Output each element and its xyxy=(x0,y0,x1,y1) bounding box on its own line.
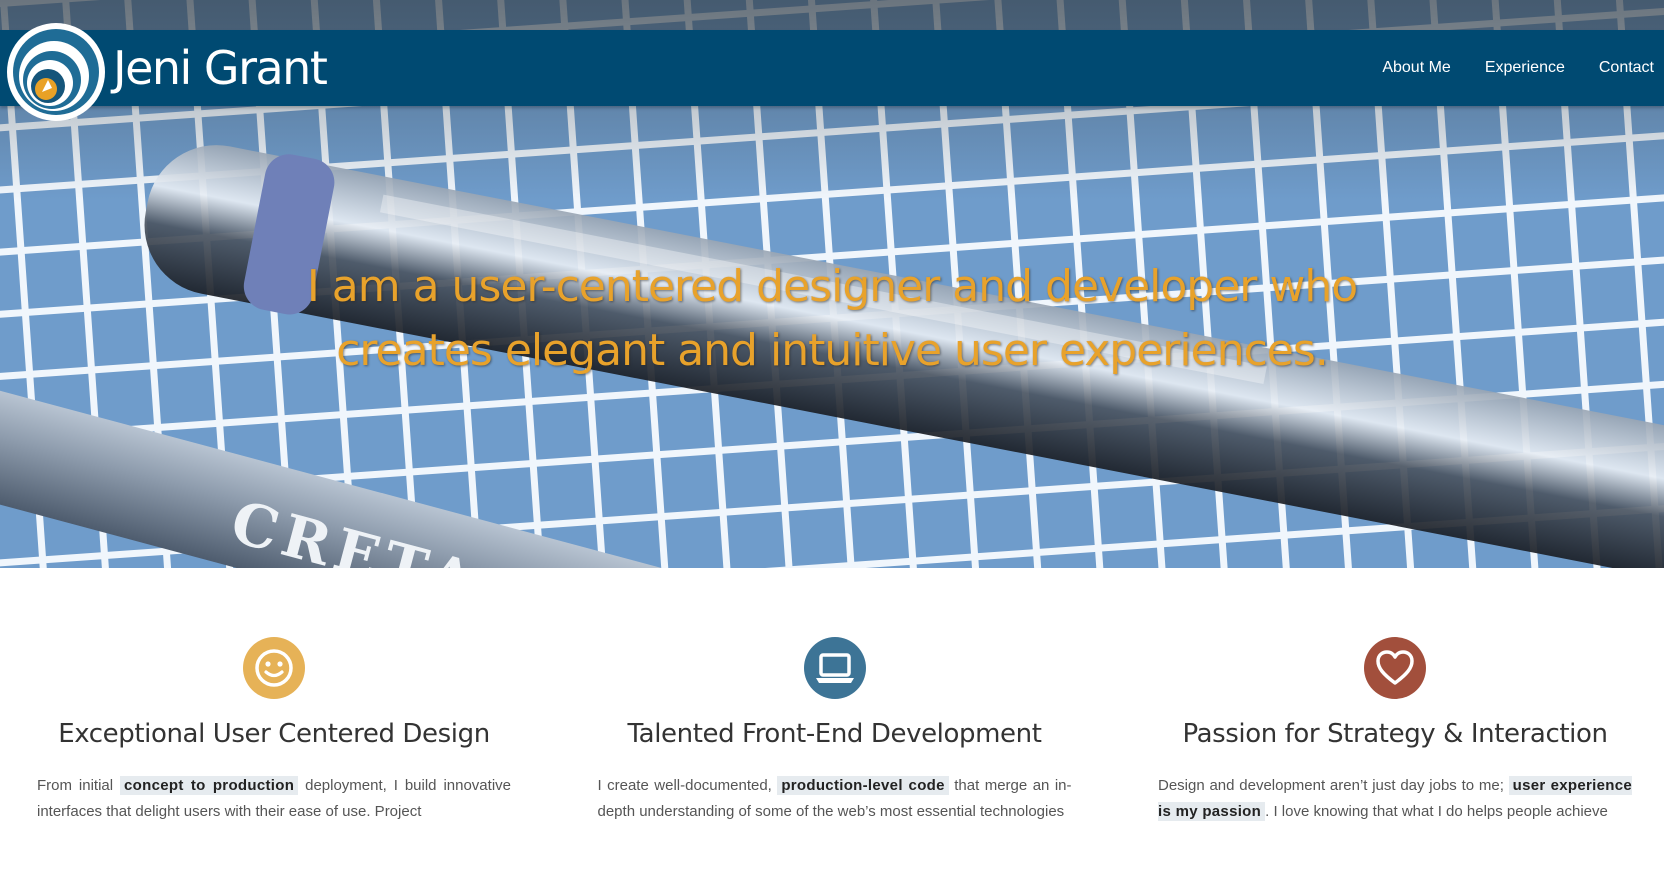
feature-title-development: Talented Front-End Development xyxy=(627,719,1042,749)
feature-text-design: From initial concept to production deplo… xyxy=(37,773,511,825)
spiral-logo-icon[interactable] xyxy=(6,22,106,122)
feature-text-design-before: From initial xyxy=(37,777,121,794)
feature-strategy: Passion for Strategy & Interaction Desig… xyxy=(1158,570,1632,871)
hero-headline-line2: creates elegant and intuitive user exper… xyxy=(336,325,1329,376)
hero-headline: I am a user-centered designer and develo… xyxy=(0,255,1664,383)
feature-title-design: Exceptional User Centered Design xyxy=(58,719,490,749)
main-nav: About Me Experience Contact xyxy=(1348,30,1654,106)
smiley-icon xyxy=(243,637,305,699)
feature-text-development: I create well-documented, production-lev… xyxy=(598,773,1072,825)
nav-link-experience[interactable]: Experience xyxy=(1485,59,1565,76)
hero-headline-line1: I am a user-centered designer and develo… xyxy=(306,261,1358,312)
feature-text-strategy-before: Design and development aren’t just day j… xyxy=(1158,777,1509,794)
feature-title-strategy: Passion for Strategy & Interaction xyxy=(1182,719,1608,749)
highlight-concept-to-production: concept to production xyxy=(120,776,299,795)
feature-text-development-before: I create well-documented, xyxy=(597,777,778,794)
highlight-production-level-code: production-level code xyxy=(777,776,949,795)
feature-text-strategy-after: . I love knowing that what I do helps pe… xyxy=(1265,803,1608,820)
nav-link-about-me[interactable]: About Me xyxy=(1382,59,1450,76)
nav-item-about: About Me xyxy=(1348,59,1450,77)
feature-text-strategy: Design and development aren’t just day j… xyxy=(1158,773,1632,825)
laptop-icon xyxy=(803,637,866,699)
nav-item-contact: Contact xyxy=(1565,59,1654,77)
nav-item-experience: Experience xyxy=(1451,59,1565,77)
nav-link-contact[interactable]: Contact xyxy=(1599,59,1654,76)
feature-development: Talented Front-End Development I create … xyxy=(598,570,1072,871)
heart-icon xyxy=(1364,637,1426,699)
feature-design: Exceptional User Centered Design From in… xyxy=(37,570,511,871)
features-section: Exceptional User Centered Design From in… xyxy=(0,570,1664,871)
brand-name[interactable]: Jeni Grant xyxy=(113,40,328,96)
